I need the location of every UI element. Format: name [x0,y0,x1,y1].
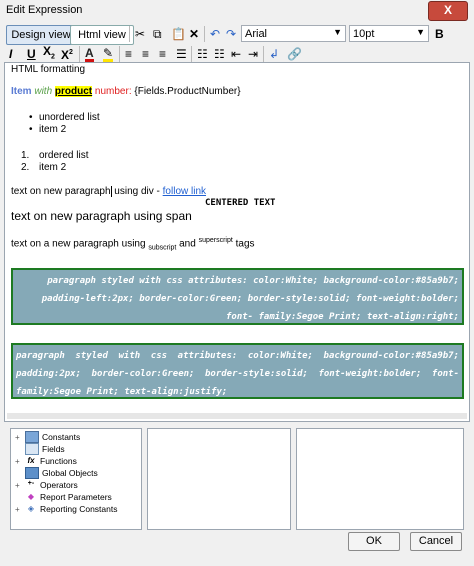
chevron-down-icon: ▼ [416,27,425,37]
field-product-text: product [54,86,93,97]
ordered-list: 1. ordered list 2. item 2 [21,150,88,173]
toolbar-separator [79,46,80,62]
field-number-text: number: [94,86,132,97]
toolbar-separator [191,46,192,62]
styled-paragraph-right: paragraph styled with css attributes: co… [11,268,464,325]
align-center-icon[interactable]: ≡ [139,45,152,63]
tree-item-report-parameters[interactable]: ◆ Report Parameters [15,491,112,503]
superscript-text: superscript [198,237,233,244]
centered-text: CENTERED TEXT [205,198,276,208]
div-paragraph: text on new paragraph using div - follow… [11,186,206,197]
field-expression-text: {Fields.ProductNumber} [134,86,241,97]
underline-icon[interactable]: U [24,45,39,63]
italic-icon[interactable]: I [6,45,15,63]
font-color-icon[interactable]: A [82,45,97,63]
operators-icon: +- [27,480,35,487]
design-view-button[interactable]: Design view [6,25,76,45]
toolbar-separator [204,26,205,42]
list-item: item 2 [29,124,100,135]
list-item: 1. ordered list [21,150,89,161]
report-parameters-icon: ◆ [27,492,35,501]
editor-scrollbar[interactable] [7,413,467,419]
font-family-value: Arial [245,28,268,40]
span-paragraph: text on new paragraph using span [11,209,192,223]
redo-icon[interactable]: ↷ [223,25,239,43]
sub-sup-paragraph: text on a new paragraph using subscript … [11,237,255,251]
subscript-text: subscript [148,244,177,252]
title-bar: Edit Expression X [0,0,474,22]
numbered-list-icon[interactable]: ☷ [211,45,228,63]
functions-icon: fx [27,456,35,465]
toolbar-top: Design view Html view ✂ ⧉ 📋 ✕ ↶ ↷ Arial … [4,24,470,45]
constants-icon [25,431,39,443]
div-text: text on new paragraph [11,186,111,197]
sub-sup-pre: text on a new paragraph using [11,238,149,250]
outdent-icon[interactable]: ⇤ [228,45,244,63]
undo-icon[interactable]: ↶ [207,25,223,43]
window-title: Edit Expression [6,4,83,16]
delete-icon[interactable]: ✕ [186,25,202,43]
bulleted-list-icon[interactable]: ☷ [194,45,211,63]
superscript-icon[interactable]: X2 [58,45,76,63]
toolbar-separator [129,26,130,42]
indent-icon[interactable]: ⇥ [245,45,261,63]
tree-item-constants[interactable]: + Constants [15,431,80,443]
font-size-value: 10pt [353,28,375,40]
cut-icon[interactable]: ✂ [132,25,148,43]
html-editor[interactable]: HTML formatting Item with product number… [4,62,470,422]
toolbar-separator [263,46,264,62]
chevron-down-icon: ▼ [333,27,342,37]
follow-link[interactable]: follow link [163,186,206,197]
list-item: 2. item 2 [21,162,67,173]
tree-item-functions[interactable]: + fx Functions [15,455,77,467]
field-line: Item with product number: {Fields.Produc… [11,86,241,97]
html-view-button[interactable]: Html view [70,25,134,45]
toolbar-bottom: I U X2 X2 A ✎ ≡ ≡ ≡ ☰ ☷ ☷ ⇤ ⇥ ↲ 🔗 [4,44,470,64]
tree-item-reporting-constants[interactable]: + ◈ Reporting Constants [15,503,118,515]
cancel-button[interactable]: Cancel [410,532,462,551]
unordered-list: unordered list item 2 [29,112,100,135]
fields-icon [25,443,39,455]
reporting-constants-icon: ◈ [27,504,35,513]
toolbar-separator [119,46,120,62]
styled-paragraph-justify: paragraph styled with css attributes: co… [11,343,464,399]
sub-sup-post: tags [232,238,255,250]
highlight-icon[interactable]: ✎ [100,45,116,63]
category-tree: + Constants Fields + fx Functions Global… [10,428,142,530]
description-panel [296,428,464,530]
tree-item-fields[interactable]: Fields [15,443,65,455]
subscript-icon[interactable]: X2 [40,44,58,63]
global-objects-icon [25,467,39,479]
field-with-text: with [34,86,53,97]
insert-line-break-icon[interactable]: ↲ [266,45,282,63]
copy-icon[interactable]: ⧉ [150,25,165,43]
font-family-select[interactable]: Arial ▼ [241,25,346,42]
sub-sup-mid: and [176,238,199,250]
font-size-select[interactable]: 10pt ▼ [349,25,429,42]
hyperlink-icon[interactable]: 🔗 [284,45,305,63]
item-list-panel[interactable] [147,428,291,530]
heading-text: HTML formatting [11,64,86,75]
field-item-text: Item [11,86,32,97]
close-button[interactable]: X [428,1,468,21]
tree-item-operators[interactable]: + +- Operators [15,479,78,491]
bold-button[interactable]: B [432,25,447,43]
edit-expression-dialog: Edit Expression X Design view Html view … [0,0,474,566]
align-left-icon[interactable]: ≡ [122,45,135,63]
list-item: unordered list [29,112,100,123]
align-justify-icon[interactable]: ☰ [173,45,190,63]
ok-button[interactable]: OK [348,532,400,551]
div-rest-text: using div - [111,186,163,197]
align-right-icon[interactable]: ≡ [156,45,169,63]
tree-item-global-objects[interactable]: Global Objects [15,467,98,479]
